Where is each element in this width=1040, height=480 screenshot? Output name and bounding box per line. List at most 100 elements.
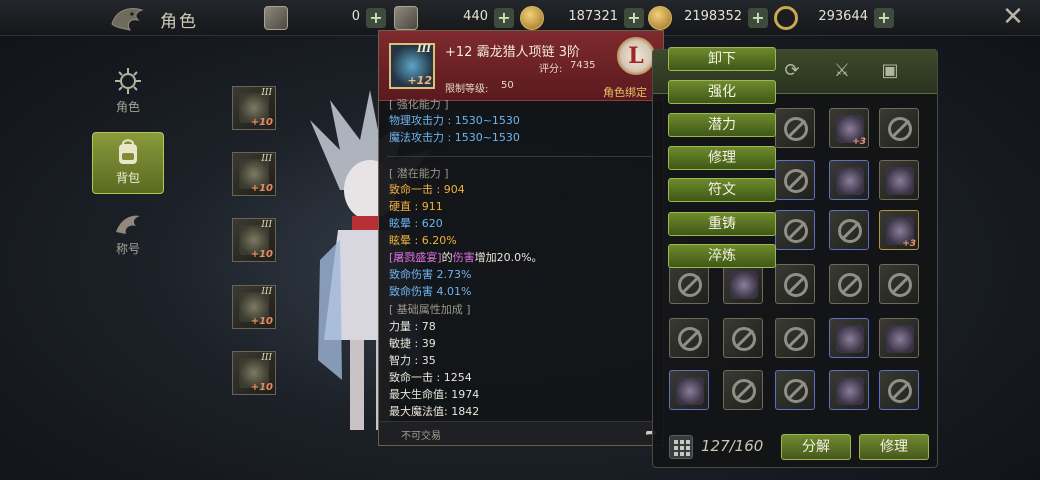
stat-line: 硬直 : 911 xyxy=(389,200,443,213)
close-icon[interactable]: ✕ xyxy=(1000,4,1026,30)
locked-slot-icon xyxy=(888,273,912,297)
page-title: 角色 xyxy=(160,12,198,32)
inventory-slot[interactable] xyxy=(669,370,709,410)
inventory-slot[interactable] xyxy=(669,264,709,304)
add-currency-button[interactable]: + xyxy=(366,8,386,28)
item-icon xyxy=(836,377,864,405)
inventory-slot[interactable] xyxy=(879,160,919,200)
stat-line: 致命伤害 2.73% xyxy=(389,268,472,281)
text-fragment: 伤害 xyxy=(452,251,475,264)
unequip-button[interactable]: 卸下 xyxy=(668,47,776,71)
rune-button[interactable]: 符文 xyxy=(668,178,776,202)
nav-tab-title[interactable]: 称号 xyxy=(92,204,164,266)
locked-slot-icon xyxy=(732,379,756,403)
inventory-slot[interactable] xyxy=(879,370,919,410)
inventory-slot[interactable] xyxy=(775,370,815,410)
inventory-slot[interactable] xyxy=(879,264,919,304)
section-header: [ 潜在能力 ] xyxy=(389,167,449,180)
refresh-icon[interactable]: ⟳ xyxy=(779,58,805,84)
stat-line: 眩晕 : 620 xyxy=(389,217,443,230)
repair-button[interactable]: 修理 xyxy=(668,146,776,170)
stat-line: 最大生命值: 1974 xyxy=(389,388,480,401)
stat-line: 智力 : 35 xyxy=(389,354,436,367)
inventory-slot[interactable] xyxy=(879,108,919,148)
item-icon xyxy=(886,325,914,353)
potential-button[interactable]: 潜力 xyxy=(668,113,776,137)
decompose-button[interactable]: 分解 xyxy=(781,434,851,460)
currency-value: 293644 xyxy=(818,9,868,24)
nav-tab-backpack[interactable]: 背包 xyxy=(92,132,164,194)
level-requirement-label: 限制等级: xyxy=(445,84,489,95)
enhance-button[interactable]: 强化 xyxy=(668,80,776,104)
chest-icon[interactable]: ▣ xyxy=(877,58,903,84)
inventory-slot[interactable] xyxy=(829,160,869,200)
nav-tab-character[interactable]: 角色 xyxy=(92,62,164,124)
grid-view-icon[interactable] xyxy=(669,435,693,459)
equipment-slot[interactable]: III +10 xyxy=(232,285,276,329)
add-currency-button[interactable]: + xyxy=(624,8,644,28)
inventory-slot[interactable]: +3 xyxy=(879,210,919,250)
inventory-slot[interactable] xyxy=(723,318,763,358)
tier-label: III xyxy=(261,353,272,363)
nav-label: 背包 xyxy=(115,171,140,185)
inventory-slot[interactable] xyxy=(829,318,869,358)
inventory-slot[interactable] xyxy=(829,370,869,410)
reforge-button[interactable]: 重铸 xyxy=(668,212,776,236)
equipment-slot[interactable]: III +10 xyxy=(232,351,276,395)
nav-label: 角色 xyxy=(115,100,140,114)
item-icon xyxy=(836,167,864,195)
enhance-level: +10 xyxy=(250,117,273,128)
repair-all-button[interactable]: 修理 xyxy=(859,434,929,460)
inventory-slot[interactable] xyxy=(775,264,815,304)
inventory-slot[interactable] xyxy=(723,370,763,410)
locked-slot-icon xyxy=(784,273,808,297)
currency-clover: 187321 + xyxy=(520,6,644,30)
add-currency-button[interactable]: + xyxy=(874,8,894,28)
equipment-slot[interactable]: III +10 xyxy=(232,86,276,130)
section-header: [ 强化能力 ] xyxy=(389,98,449,111)
stat-line: 最大魔法值: 1842 xyxy=(389,405,480,418)
inventory-slot[interactable] xyxy=(829,210,869,250)
equipment-slot[interactable]: III +10 xyxy=(232,152,276,196)
inventory-slot[interactable] xyxy=(829,264,869,304)
currency-ticket: 0 + xyxy=(264,6,386,30)
title-icon xyxy=(116,215,140,234)
inventory-slot[interactable] xyxy=(775,210,815,250)
text-fragment: 的 xyxy=(441,251,453,264)
currency-gold: 2198352 + xyxy=(648,6,768,30)
currency-value: 0 xyxy=(351,9,360,24)
sword-icon[interactable]: ⚔ xyxy=(829,58,855,84)
add-currency-button[interactable]: + xyxy=(748,8,768,28)
enhance-level: +10 xyxy=(250,249,273,260)
inventory-count: 127/160 xyxy=(701,437,764,455)
add-currency-button[interactable]: + xyxy=(494,8,514,28)
enhance-level: +10 xyxy=(250,183,273,194)
stat-line: 物理攻击力 : 1530~1530 xyxy=(389,114,520,127)
stat-line: 敏捷 : 39 xyxy=(389,337,436,350)
inventory-slot[interactable] xyxy=(775,160,815,200)
inventory-slot[interactable] xyxy=(723,264,763,304)
stat-line: 致命一击 : 1254 xyxy=(389,371,472,384)
currency-value: 2198352 xyxy=(684,9,742,24)
tier-label: III xyxy=(261,154,272,164)
locked-slot-icon xyxy=(784,117,808,141)
inventory-slot[interactable] xyxy=(775,108,815,148)
locked-slot-icon xyxy=(678,327,702,351)
text-fragment: 增加20.0%。 xyxy=(474,251,543,264)
divider xyxy=(387,156,655,157)
character-icon xyxy=(115,68,141,94)
locked-slot-icon xyxy=(784,379,808,403)
inventory-slot[interactable]: +3 xyxy=(829,108,869,148)
enhance-level: +3 xyxy=(852,137,866,147)
rank-badge: L xyxy=(617,37,655,75)
equipment-slot[interactable]: III +10 xyxy=(232,218,276,262)
tooltip-header: III +12 +12 霸龙猎人项链 3阶 评分: 7435 限制等级: 50 … xyxy=(379,31,663,101)
temper-button[interactable]: 淬炼 xyxy=(668,244,776,268)
inventory-slot[interactable] xyxy=(775,318,815,358)
inventory-slot[interactable] xyxy=(879,318,919,358)
skill-name: [屠戮盛宴] xyxy=(389,251,442,264)
bind-status: 角色绑定 xyxy=(603,86,647,99)
inventory-slot[interactable] xyxy=(669,318,709,358)
locked-slot-icon xyxy=(838,219,862,243)
locked-slot-icon xyxy=(888,379,912,403)
